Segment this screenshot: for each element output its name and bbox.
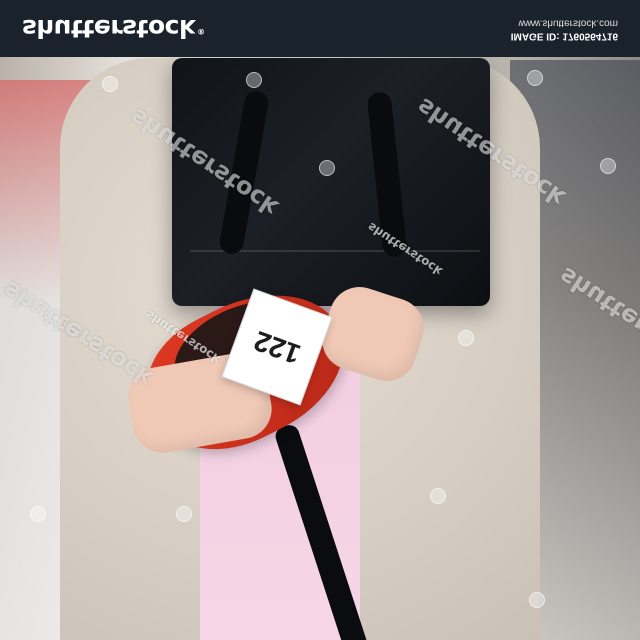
photo: 122 shutterstock shutterstock shuttersto… — [0, 0, 640, 640]
site-url: www.shutterstock.com — [518, 17, 618, 29]
watermark-icon — [430, 488, 446, 504]
brand-name: shutterstock — [22, 14, 196, 43]
watermark-icon — [600, 158, 616, 174]
image-id: IMAGE ID: 1760564716 — [510, 30, 618, 41]
watermark-header-bar: shutterstock ® www.shutterstock.com IMAGE… — [0, 0, 640, 57]
shutterstock-logo: shutterstock ® — [22, 14, 205, 43]
watermark-icon — [529, 592, 545, 608]
watermark-icon — [30, 506, 46, 522]
image-meta: www.shutterstock.com IMAGE ID: 176056471… — [510, 16, 618, 42]
watermark-icon — [527, 70, 543, 86]
black-leather-handbag — [172, 58, 490, 306]
price-tag-text: 122 — [249, 324, 305, 371]
watermark-icon — [176, 506, 192, 522]
watermark-icon — [458, 330, 474, 346]
trademark-symbol: ® — [197, 27, 205, 37]
watermark-icon — [246, 72, 262, 88]
watermark-icon — [102, 76, 118, 92]
watermark-icon — [319, 160, 335, 176]
